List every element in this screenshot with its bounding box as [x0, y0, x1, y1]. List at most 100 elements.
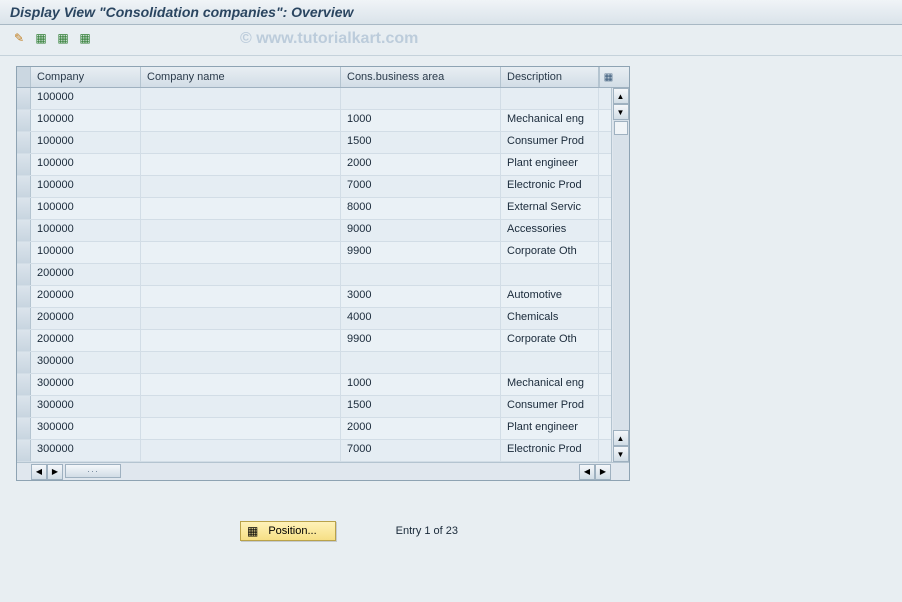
- row-selector[interactable]: [17, 352, 31, 373]
- cell-company[interactable]: 300000: [31, 396, 141, 417]
- hscroll-right2-icon[interactable]: ▶: [595, 464, 611, 480]
- cell-name[interactable]: [141, 198, 341, 219]
- cell-business-area[interactable]: 1000: [341, 110, 501, 131]
- scroll-track[interactable]: [613, 120, 629, 430]
- cell-description[interactable]: Automotive: [501, 286, 599, 307]
- cell-description[interactable]: Mechanical eng: [501, 374, 599, 395]
- cell-description[interactable]: Corporate Oth: [501, 242, 599, 263]
- row-selector[interactable]: [17, 264, 31, 285]
- row-selector[interactable]: [17, 418, 31, 439]
- cell-name[interactable]: [141, 154, 341, 175]
- hscroll-left2-icon[interactable]: ◀: [579, 464, 595, 480]
- col-header-description[interactable]: Description: [501, 67, 599, 87]
- row-selector[interactable]: [17, 308, 31, 329]
- cell-business-area[interactable]: 7000: [341, 176, 501, 197]
- table-row[interactable]: 300000 1500Consumer Prod: [17, 396, 611, 418]
- cell-company[interactable]: 200000: [31, 308, 141, 329]
- row-selector[interactable]: [17, 88, 31, 109]
- toolbar-btn-edit[interactable]: ✎: [10, 29, 28, 47]
- cell-business-area[interactable]: 9900: [341, 242, 501, 263]
- scroll-down-end-icon[interactable]: ▼: [613, 446, 629, 462]
- scroll-up-end-icon[interactable]: ▲: [613, 430, 629, 446]
- col-header-business-area[interactable]: Cons.business area: [341, 67, 501, 87]
- vertical-scrollbar[interactable]: ▲ ▼ ▲ ▼: [611, 88, 629, 462]
- cell-company[interactable]: 200000: [31, 264, 141, 285]
- cell-business-area[interactable]: 2000: [341, 418, 501, 439]
- row-selector[interactable]: [17, 242, 31, 263]
- cell-business-area[interactable]: [341, 88, 501, 109]
- toolbar-btn-4[interactable]: ▦: [76, 29, 94, 47]
- table-row[interactable]: 3000007000Electronic Prod: [17, 440, 611, 462]
- cell-description[interactable]: Electronic Prod: [501, 176, 599, 197]
- table-row[interactable]: 2000003000Automotive: [17, 286, 611, 308]
- cell-company[interactable]: 200000: [31, 286, 141, 307]
- row-selector[interactable]: [17, 176, 31, 197]
- cell-description[interactable]: Corporate Oth: [501, 330, 599, 351]
- cell-company[interactable]: 300000: [31, 374, 141, 395]
- cell-description[interactable]: Consumer Prod: [501, 396, 599, 417]
- row-selector[interactable]: [17, 374, 31, 395]
- table-row[interactable]: 100000 9000Accessories: [17, 220, 611, 242]
- cell-business-area[interactable]: [341, 352, 501, 373]
- cell-name[interactable]: [141, 440, 341, 461]
- position-button[interactable]: ▦ Position...: [240, 521, 336, 541]
- cell-business-area[interactable]: 9000: [341, 220, 501, 241]
- cell-description[interactable]: Electronic Prod: [501, 440, 599, 461]
- cell-company[interactable]: 300000: [31, 418, 141, 439]
- cell-name[interactable]: [141, 220, 341, 241]
- cell-name[interactable]: [141, 396, 341, 417]
- cell-company[interactable]: 100000: [31, 220, 141, 241]
- table-row[interactable]: 1000001500Consumer Prod: [17, 132, 611, 154]
- cell-business-area[interactable]: 2000: [341, 154, 501, 175]
- scroll-down-small-icon[interactable]: ▼: [613, 104, 629, 120]
- table-row[interactable]: 100000: [17, 88, 611, 110]
- cell-name[interactable]: [141, 242, 341, 263]
- cell-company[interactable]: 100000: [31, 88, 141, 109]
- cell-name[interactable]: [141, 308, 341, 329]
- toolbar-btn-3[interactable]: ▦: [54, 29, 72, 47]
- cell-name[interactable]: [141, 418, 341, 439]
- table-row[interactable]: 3000002000Plant engineer: [17, 418, 611, 440]
- cell-company[interactable]: 100000: [31, 176, 141, 197]
- table-row[interactable]: 1000001000Mechanical eng: [17, 110, 611, 132]
- cell-business-area[interactable]: 9900: [341, 330, 501, 351]
- cell-description[interactable]: Chemicals: [501, 308, 599, 329]
- cell-company[interactable]: 200000: [31, 330, 141, 351]
- table-row[interactable]: 200000 9900Corporate Oth: [17, 330, 611, 352]
- row-selector[interactable]: [17, 440, 31, 461]
- col-header-name[interactable]: Company name: [141, 67, 341, 87]
- cell-company[interactable]: 300000: [31, 352, 141, 373]
- hscroll-thumb[interactable]: ···: [65, 464, 121, 478]
- cell-description[interactable]: [501, 264, 599, 285]
- cell-name[interactable]: [141, 286, 341, 307]
- row-selector[interactable]: [17, 198, 31, 219]
- cell-business-area[interactable]: 8000: [341, 198, 501, 219]
- cell-description[interactable]: [501, 352, 599, 373]
- cell-company[interactable]: 100000: [31, 154, 141, 175]
- cell-business-area[interactable]: 1500: [341, 396, 501, 417]
- table-row[interactable]: 200000: [17, 264, 611, 286]
- cell-description[interactable]: Mechanical eng: [501, 110, 599, 131]
- cell-company[interactable]: 100000: [31, 132, 141, 153]
- table-row[interactable]: 1000009900Corporate Oth: [17, 242, 611, 264]
- table-row[interactable]: 3000001000Mechanical eng: [17, 374, 611, 396]
- scroll-thumb[interactable]: [614, 121, 628, 135]
- cell-company[interactable]: 100000: [31, 198, 141, 219]
- hscroll-left-icon[interactable]: ◀: [31, 464, 47, 480]
- cell-business-area[interactable]: 7000: [341, 440, 501, 461]
- cell-description[interactable]: External Servic: [501, 198, 599, 219]
- toolbar-btn-2[interactable]: ▦: [32, 29, 50, 47]
- row-selector[interactable]: [17, 286, 31, 307]
- row-selector[interactable]: [17, 330, 31, 351]
- cell-description[interactable]: Accessories: [501, 220, 599, 241]
- cell-name[interactable]: [141, 176, 341, 197]
- row-selector[interactable]: [17, 220, 31, 241]
- table-row[interactable]: 100000 2000Plant engineer: [17, 154, 611, 176]
- row-selector[interactable]: [17, 396, 31, 417]
- row-selector[interactable]: [17, 154, 31, 175]
- cell-description[interactable]: [501, 88, 599, 109]
- cell-name[interactable]: [141, 330, 341, 351]
- cell-description[interactable]: Plant engineer: [501, 154, 599, 175]
- cell-name[interactable]: [141, 352, 341, 373]
- table-row[interactable]: 100000 7000Electronic Prod: [17, 176, 611, 198]
